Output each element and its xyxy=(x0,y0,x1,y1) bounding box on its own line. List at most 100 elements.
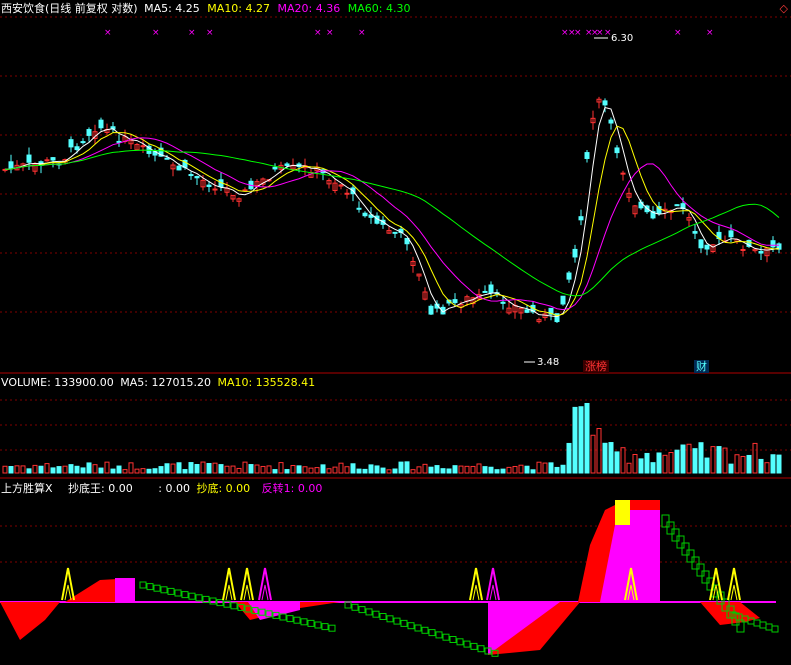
volume-bar xyxy=(734,454,740,474)
volume-bar xyxy=(26,468,32,474)
step-box xyxy=(661,514,670,528)
volume-bar xyxy=(554,466,560,474)
volume-bar xyxy=(380,467,386,474)
volume-bar xyxy=(266,465,272,474)
step-box xyxy=(477,645,485,653)
step-box xyxy=(449,636,457,643)
volume-bar xyxy=(776,454,782,474)
volume-bar xyxy=(182,469,188,474)
indicator-name[interactable]: 上方胜算X xyxy=(1,482,53,495)
volume-bar xyxy=(434,465,440,474)
step-box xyxy=(174,589,182,597)
blank-value-label: : 0.00 xyxy=(158,482,190,495)
volume-bar xyxy=(104,461,110,474)
volume-bar xyxy=(134,468,140,474)
volume-bar xyxy=(242,461,248,474)
candle-body xyxy=(488,284,494,294)
volume-bar xyxy=(452,465,458,474)
signal-marker: × xyxy=(596,28,604,38)
signal-triangle xyxy=(730,584,738,601)
candle-body xyxy=(620,172,626,175)
signal-triangle xyxy=(258,567,272,601)
candle-body xyxy=(74,146,80,151)
step-box xyxy=(314,621,322,629)
step-box xyxy=(666,521,675,535)
candle-body xyxy=(692,231,698,234)
step-box xyxy=(386,615,394,623)
step-box xyxy=(181,591,189,599)
step-box xyxy=(300,618,308,626)
candle-body xyxy=(704,244,710,250)
signal-triangle xyxy=(489,584,497,601)
step-box xyxy=(414,624,422,632)
signal-triangle xyxy=(243,584,251,601)
volume-bar xyxy=(308,467,314,474)
volume-bar xyxy=(356,468,362,474)
candle-body xyxy=(428,305,434,315)
step-box xyxy=(470,642,478,650)
stock-name[interactable]: 西安饮食 xyxy=(1,2,45,15)
volume-bar xyxy=(260,465,266,474)
step-box xyxy=(691,556,700,570)
step-box xyxy=(428,629,436,637)
volume-bar xyxy=(116,465,122,474)
volume-bar xyxy=(332,466,338,474)
candle-body xyxy=(272,166,278,170)
volume-bar xyxy=(428,466,434,474)
step-box xyxy=(160,586,168,594)
volume-bar xyxy=(44,463,50,474)
step-box xyxy=(351,603,359,611)
signal-marker: × xyxy=(326,28,334,38)
signal-marker: × xyxy=(104,28,112,38)
candle-body xyxy=(140,145,146,148)
ma5-line xyxy=(4,106,780,318)
volume-bar xyxy=(98,467,104,474)
volume-bar xyxy=(50,467,56,474)
volume-bar xyxy=(662,454,668,474)
signal-triangle xyxy=(240,567,254,601)
volume-bar xyxy=(692,448,698,474)
volume-bar xyxy=(74,465,80,474)
volume-bar xyxy=(488,466,494,474)
step-box xyxy=(686,549,695,563)
volume-bar xyxy=(230,465,236,474)
signal-triangle xyxy=(261,584,269,601)
candle-body xyxy=(344,192,350,195)
volume-bar xyxy=(278,462,284,474)
volume-bar xyxy=(506,466,512,474)
volume-bar xyxy=(350,463,356,474)
volume-bar xyxy=(2,465,8,474)
candle-body xyxy=(44,159,50,162)
step-box xyxy=(421,626,429,634)
volume-bar xyxy=(650,462,656,474)
step-box xyxy=(435,631,443,639)
volume-bar xyxy=(32,464,38,474)
candle-body xyxy=(362,212,368,217)
signal-triangle xyxy=(61,567,75,601)
kline-chart[interactable]: × × × × × × × × ×× ××× × × × xyxy=(0,0,791,665)
indicator-fill xyxy=(0,602,60,640)
volume-bar xyxy=(722,447,728,474)
volume-bar xyxy=(602,442,608,474)
step-box xyxy=(307,619,315,627)
diamond-outline-icon[interactable]: ◇ xyxy=(780,2,788,15)
volume-bar xyxy=(632,454,638,474)
event-tag-cai[interactable]: 财 xyxy=(694,360,709,373)
volume-bar xyxy=(368,464,374,474)
volume-bar xyxy=(128,462,134,474)
volume-bar xyxy=(56,466,62,474)
volume-bar xyxy=(458,465,464,474)
event-tag-zhangbang[interactable]: 涨榜 xyxy=(583,360,609,373)
candle-body xyxy=(584,152,590,159)
candle-body xyxy=(698,239,704,249)
volume-bar xyxy=(494,469,500,474)
step-box xyxy=(765,623,773,631)
max-price-label: 6.30 xyxy=(611,33,634,44)
step-box xyxy=(293,616,301,624)
volume-bar xyxy=(68,464,74,474)
ma60-label: MA60: 4.30 xyxy=(347,2,411,15)
volume-bar xyxy=(440,468,446,474)
volume-bar xyxy=(296,465,302,474)
candle-body xyxy=(566,272,572,280)
signal-triangle xyxy=(225,584,233,601)
